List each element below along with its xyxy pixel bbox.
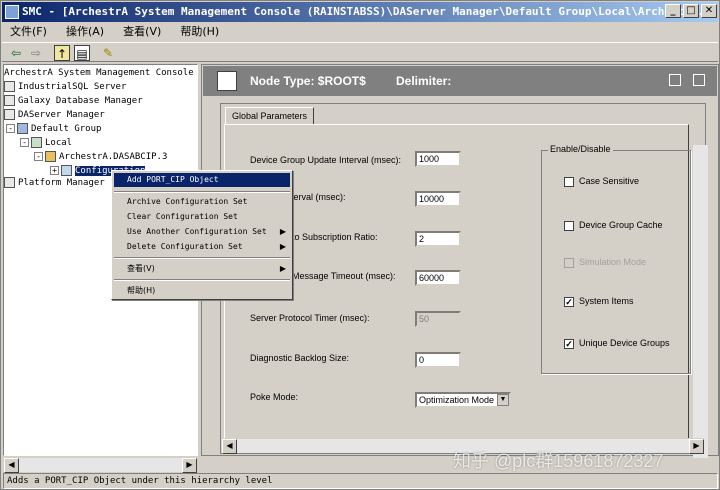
message-timeout-input[interactable]: 60000: [415, 270, 461, 286]
submenu-arrow-icon: ▶: [279, 227, 286, 236]
tab-global-parameters[interactable]: Global Parameters: [225, 107, 315, 125]
lock-icon[interactable]: [669, 74, 681, 86]
menu-item-clear[interactable]: Clear Configuration Set: [114, 210, 290, 224]
server-icon: [4, 81, 15, 92]
menu-item-add-port-cip[interactable]: Add PORT_CIP Object: [114, 173, 290, 187]
configuration-icon: [61, 165, 72, 176]
unique-device-groups-checkbox[interactable]: ✓ Unique Device Groups: [564, 338, 670, 349]
field-label: to Subscription Ratio:: [292, 232, 378, 242]
minimize-button[interactable]: _: [665, 4, 681, 18]
interval-input[interactable]: 10000: [415, 191, 461, 207]
subscription-ratio-input[interactable]: 2: [415, 231, 461, 247]
menu-view[interactable]: 查看(V): [123, 25, 161, 38]
platform-icon: [4, 177, 15, 188]
tree-industrialsql[interactable]: IndustrialSQL Server: [4, 81, 126, 94]
database-icon: [4, 95, 15, 106]
field-label: Message Timeout (msec):: [292, 271, 396, 281]
tree-default-group[interactable]: - Default Group: [6, 123, 101, 136]
menu-action[interactable]: 操作(A): [66, 25, 104, 38]
group-icon: [17, 123, 28, 134]
tree-root[interactable]: ArchestrA System Management Console (RA: [4, 67, 197, 80]
scroll-left-icon[interactable]: ◀: [4, 458, 19, 473]
node-icon: [217, 71, 237, 91]
status-bar: Adds a PORT_CIP Object under this hierar…: [3, 473, 718, 489]
menu-help[interactable]: 帮助(H): [180, 25, 219, 38]
up-folder-icon[interactable]: ↑: [54, 45, 70, 61]
menu-file[interactable]: 文件(F): [10, 25, 47, 38]
context-menu: Add PORT_CIP Object Archive Configuratio…: [111, 170, 293, 300]
scroll-right-icon[interactable]: ▶: [182, 458, 197, 473]
menu-separator: [114, 191, 290, 193]
title-bar: SMC - [ArchestrA System Management Conso…: [2, 2, 718, 22]
node-header: Node Type: $ROOT$ Delimiter:: [203, 66, 717, 96]
menu-separator: [114, 279, 290, 281]
tree-local[interactable]: - Local: [20, 137, 72, 150]
app-icon: [5, 5, 19, 19]
main-window: SMC - [ArchestrA System Management Conso…: [0, 0, 720, 490]
dropdown-arrow-icon[interactable]: ▼: [497, 394, 509, 406]
tree-daserver[interactable]: DAServer Manager: [4, 109, 105, 122]
field-label: Device Group Update Interval (msec):: [250, 155, 402, 165]
daserver-icon: [45, 151, 56, 162]
manager-icon: [4, 109, 15, 120]
field-label: Diagnostic Backlog Size:: [250, 353, 350, 363]
expand-icon[interactable]: +: [50, 166, 59, 175]
menu-item-archive[interactable]: Archive Configuration Set: [114, 195, 290, 209]
panel-vertical-scrollbar[interactable]: [693, 145, 708, 458]
menu-bar: 文件(F) 操作(A) 查看(V) 帮助(H): [2, 23, 718, 41]
checkbox-box[interactable]: [564, 176, 574, 187]
back-icon[interactable]: ⇦: [8, 45, 24, 61]
backlog-size-input[interactable]: 0: [415, 352, 461, 368]
check-icon[interactable]: ✓: [564, 296, 574, 307]
submenu-arrow-icon: ▶: [279, 264, 286, 273]
checkbox-box[interactable]: [564, 220, 574, 231]
computer-icon: [31, 137, 42, 148]
field-label: nterval (msec):: [286, 192, 346, 202]
tree-horizontal-scrollbar[interactable]: ◀ ▶: [4, 457, 197, 473]
scroll-left-icon[interactable]: ◀: [222, 439, 237, 454]
update-interval-input[interactable]: 1000: [415, 151, 461, 167]
group-title: Enable/Disable: [548, 144, 613, 154]
menu-item-delete[interactable]: Delete Configuration Set ▶: [114, 240, 290, 254]
simulation-mode-checkbox: Simulation Mode: [564, 257, 646, 268]
scroll-right-icon[interactable]: ▶: [689, 439, 704, 454]
forward-icon[interactable]: ⇨: [28, 45, 44, 61]
menu-item-use-another[interactable]: Use Another Configuration Set ▶: [114, 225, 290, 239]
protocol-timer-input: 50: [415, 311, 461, 327]
field-label: Server Protocol Timer (msec):: [250, 313, 370, 323]
system-items-checkbox[interactable]: ✓ System Items: [564, 296, 634, 307]
collapse-icon[interactable]: -: [20, 138, 29, 147]
enable-disable-group: Enable/Disable Case Sensitive Device Gro…: [541, 144, 691, 374]
menu-item-view[interactable]: 查看(V) ▶: [114, 262, 290, 276]
tree-dasabcip[interactable]: - ArchestrA.DASABCIP.3: [34, 151, 167, 164]
collapse-icon[interactable]: -: [34, 152, 43, 161]
tab-content: Device Group Update Interval (msec): 100…: [224, 124, 708, 458]
poke-mode-label: Poke Mode:: [250, 392, 299, 402]
close-button[interactable]: ✕: [701, 4, 717, 18]
menu-separator: [114, 257, 290, 259]
check-icon[interactable]: ✓: [564, 338, 574, 349]
show-tree-icon[interactable]: ▤: [74, 45, 90, 61]
node-type-label: Node Type: $ROOT$: [250, 74, 366, 88]
tree-platform-manager[interactable]: Platform Manager: [4, 177, 105, 190]
tree-galaxy-db[interactable]: Galaxy Database Manager: [4, 95, 143, 108]
toolbar: ⇦ ⇨ ↑ ▤ ✎: [2, 42, 718, 62]
poke-mode-select[interactable]: Optimization Mode ▼: [415, 392, 511, 408]
collapse-icon[interactable]: -: [6, 124, 15, 133]
menu-item-help[interactable]: 帮助(H): [114, 284, 290, 298]
maximize-button[interactable]: □: [683, 4, 699, 18]
window-title: SMC - [ArchestrA System Management Conso…: [22, 5, 718, 18]
unlock-icon[interactable]: [693, 74, 705, 86]
device-group-cache-checkbox[interactable]: Device Group Cache: [564, 220, 663, 231]
help-icon[interactable]: ✎: [100, 45, 116, 61]
checkbox-box: [564, 257, 574, 268]
case-sensitive-checkbox[interactable]: Case Sensitive: [564, 176, 639, 187]
delimiter-label: Delimiter:: [396, 74, 452, 88]
watermark: 知乎 @plc群15961872327: [453, 451, 664, 471]
submenu-arrow-icon: ▶: [279, 242, 286, 251]
